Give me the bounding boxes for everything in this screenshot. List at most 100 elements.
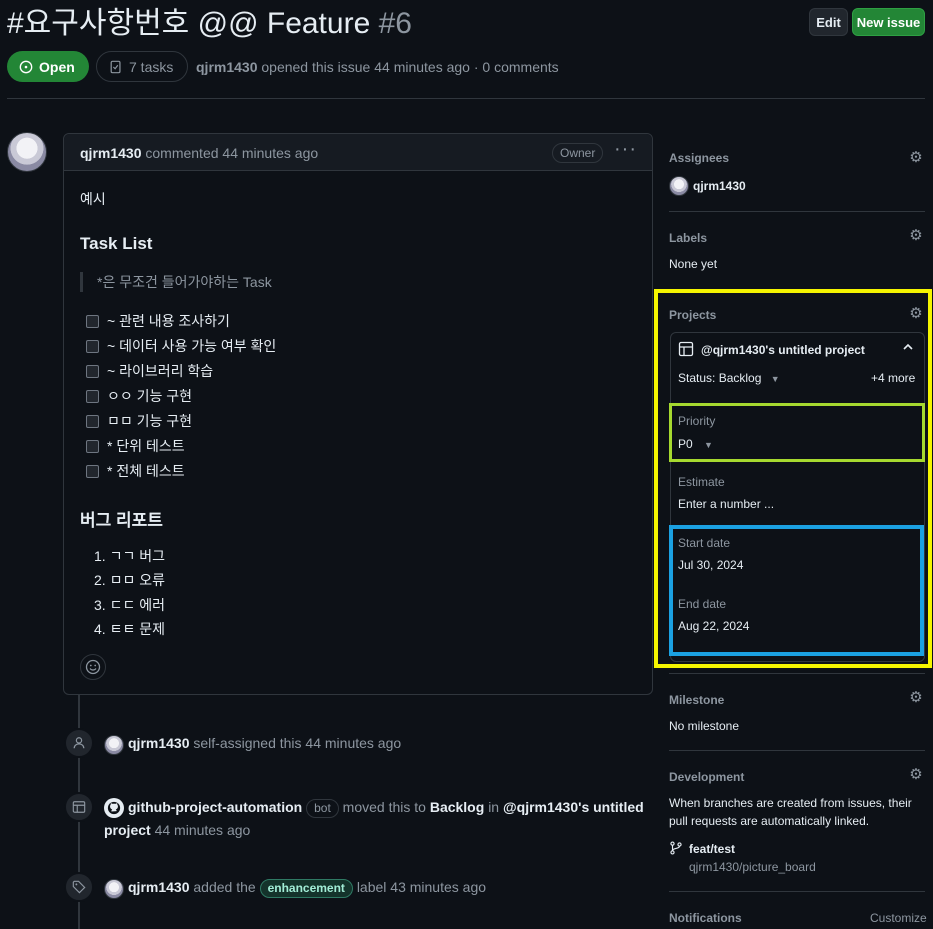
avatar[interactable] (669, 176, 689, 196)
branch-repo[interactable]: qjrm1430/picture_board (689, 860, 816, 874)
avatar[interactable] (104, 735, 124, 755)
task-checkbox[interactable] (86, 339, 99, 353)
timeline-event-moved-cont: project 44 minutes ago (104, 819, 250, 842)
highlight-box-dates (669, 525, 924, 656)
event-column: Backlog (429, 799, 485, 815)
task-label: ~ 관련 내용 조사하기 (107, 313, 230, 329)
task-item: ㅁㅁ 기능 구현 (86, 411, 192, 431)
event-project-link[interactable]: @qjrm1430's untitled (503, 799, 644, 815)
gear-icon[interactable]: ⚙ (908, 690, 924, 706)
smiley-icon (85, 659, 101, 675)
issue-state-label: Open (39, 58, 75, 75)
event-text: added the (193, 879, 256, 895)
assignee-name[interactable]: qjrm1430 (693, 179, 746, 193)
event-project-link[interactable]: project (104, 822, 151, 838)
milestone-heading[interactable]: Milestone (669, 693, 724, 707)
bot-badge: bot (306, 799, 339, 818)
assignees-heading[interactable]: Assignees (669, 151, 729, 165)
list-item: 2. ㅁㅁ 오류 (94, 572, 165, 588)
milestone-value: No milestone (669, 719, 740, 733)
tasks-badge[interactable]: 7 tasks (96, 51, 188, 82)
task-checkbox[interactable] (86, 464, 99, 478)
task-checkbox[interactable] (86, 389, 99, 403)
task-item: ~ 라이브러리 학습 (86, 361, 213, 381)
task-checkbox[interactable] (86, 414, 99, 428)
notifications-heading: Notifications (669, 911, 742, 925)
task-label: * 단위 테스트 (107, 438, 185, 454)
checklist-icon (110, 60, 121, 73)
task-item: ~ 데이터 사용 가능 여부 확인 (86, 336, 276, 356)
comment-author-line: qjrm1430 commented 44 minutes ago (80, 145, 318, 161)
branch-icon (669, 841, 683, 858)
issue-title-text: #요구사항번호 @@ Feature (7, 7, 371, 40)
labels-value: None yet (669, 257, 718, 271)
project-table-icon (64, 792, 94, 822)
issue-open-icon (19, 60, 33, 73)
header-divider (7, 98, 925, 99)
person-icon (64, 728, 94, 758)
owner-badge: Owner (552, 143, 604, 163)
tasks-count: 7 tasks (129, 58, 174, 75)
issue-title: #요구사항번호 @@ Feature #6 (7, 4, 412, 44)
event-time: 44 minutes ago (154, 822, 251, 838)
task-checkbox[interactable] (86, 439, 99, 453)
task-label: ㅇㅇ 기능 구현 (107, 388, 193, 404)
sidebar-divider (669, 891, 925, 892)
task-item: ~ 관련 내용 조사하기 (86, 311, 230, 331)
comment-header: qjrm1430 commented 44 minutes ago Owner … (64, 134, 652, 171)
label-badge[interactable]: enhancement (259, 879, 353, 898)
kebab-menu-icon[interactable]: ··· (614, 138, 637, 161)
task-item: * 전체 테스트 (86, 461, 185, 481)
sidebar-divider (669, 750, 925, 751)
customize-link[interactable]: Customize (870, 911, 927, 925)
comment-intro: 예시 (80, 191, 106, 207)
avatar[interactable] (7, 132, 47, 172)
comment-box: qjrm1430 commented 44 minutes ago Owner … (63, 133, 653, 695)
task-item: ㅇㅇ 기능 구현 (86, 386, 192, 406)
development-heading[interactable]: Development (669, 770, 744, 784)
event-text: moved this to (342, 799, 426, 815)
comment-time: commented 44 minutes ago (145, 145, 319, 161)
github-icon[interactable] (104, 798, 124, 818)
avatar[interactable] (104, 879, 124, 899)
edit-button[interactable]: Edit (809, 8, 848, 36)
timeline-event-moved: github-project-automation bot moved this… (128, 796, 648, 819)
event-actor[interactable]: github-project-automation (128, 799, 302, 815)
event-actor[interactable]: qjrm1430 (128, 879, 189, 895)
tag-icon (64, 872, 94, 902)
task-label: ~ 라이브러리 학습 (107, 363, 214, 379)
comment-author[interactable]: qjrm1430 (80, 145, 141, 161)
list-item: 1. ㄱㄱ 버그 (94, 548, 165, 564)
new-issue-button[interactable]: New issue (852, 8, 925, 36)
gear-icon[interactable]: ⚙ (908, 228, 924, 244)
task-item: * 단위 테스트 (86, 436, 185, 456)
issue-number: #6 (378, 7, 412, 40)
timeline-event-assigned: qjrm1430 self-assigned this 44 minutes a… (128, 732, 401, 755)
issue-meta: qjrm1430 opened this issue 44 minutes ag… (196, 59, 559, 75)
development-desc: When branches are created from issues, t… (669, 796, 912, 810)
event-actor[interactable]: qjrm1430 (128, 735, 189, 751)
event-text: self-assigned this 44 minutes ago (193, 735, 402, 751)
labels-heading[interactable]: Labels (669, 231, 707, 245)
blockquote: *은 무조건 들어가야하는 Task (80, 272, 272, 292)
issue-author[interactable]: qjrm1430 (196, 59, 257, 75)
event-text: in (488, 799, 500, 815)
highlight-box-priority (669, 403, 925, 462)
bug-report-heading: 버그 리포트 (80, 511, 163, 530)
sidebar-divider (669, 673, 925, 674)
task-label: * 전체 테스트 (107, 463, 185, 479)
list-item: 3. ㄷㄷ 에러 (94, 597, 165, 613)
task-checkbox[interactable] (86, 314, 99, 328)
gear-icon[interactable]: ⚙ (908, 150, 924, 166)
issue-state-badge: Open (7, 51, 89, 82)
event-text: label 43 minutes ago (356, 879, 487, 895)
task-checkbox[interactable] (86, 364, 99, 378)
task-list-heading: Task List (80, 234, 153, 253)
gear-icon[interactable]: ⚙ (908, 767, 924, 783)
branch-link[interactable]: feat/test (689, 842, 735, 856)
task-label: ~ 데이터 사용 가능 여부 확인 (107, 338, 277, 354)
list-item: 4. ㅌㅌ 문제 (94, 621, 165, 637)
sidebar-divider (669, 211, 925, 212)
add-reaction-button[interactable] (80, 654, 106, 680)
task-label: ㅁㅁ 기능 구현 (107, 413, 193, 429)
